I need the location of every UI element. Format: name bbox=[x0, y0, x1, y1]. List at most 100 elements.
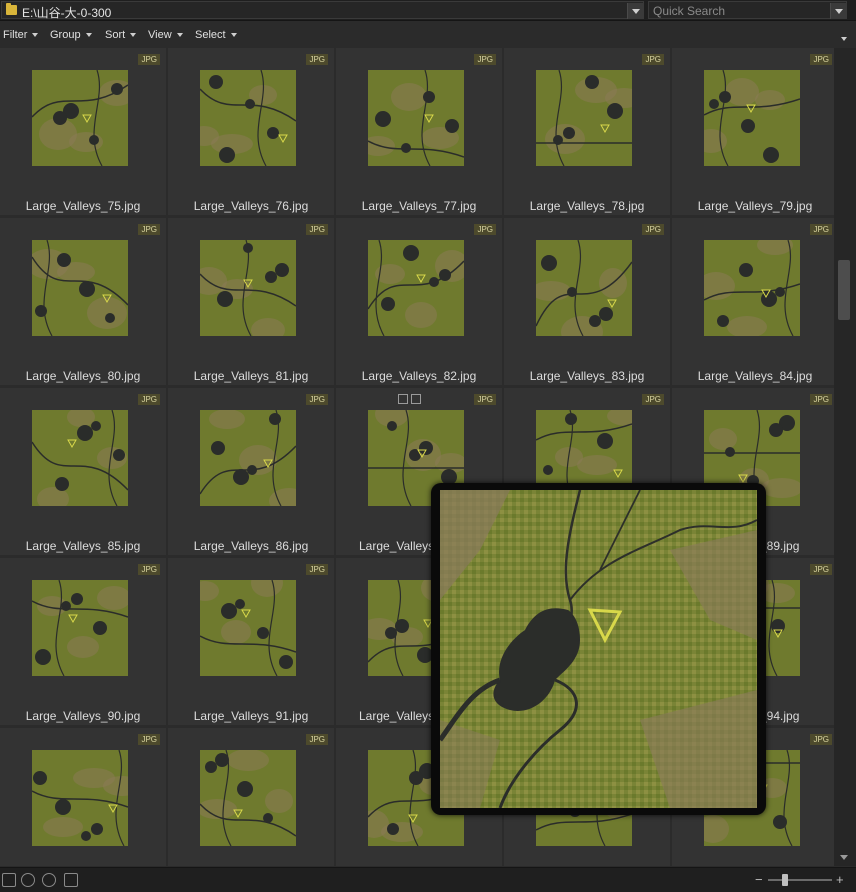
thumbnail-cell[interactable]: JPG Large_Valleys_84.jpg bbox=[672, 218, 834, 385]
path-field[interactable]: E:\山谷-大-0-300 bbox=[1, 1, 644, 20]
status-bar: − + bbox=[0, 867, 856, 892]
zoom-out-icon[interactable]: − bbox=[755, 872, 763, 887]
thumbnail-image bbox=[704, 70, 800, 166]
search-placeholder: Quick Search bbox=[653, 4, 726, 18]
file-name-label: Large_Valleys_82.jpg bbox=[361, 369, 477, 383]
thumbnail-image bbox=[32, 750, 128, 846]
file-type-badge: JPG bbox=[810, 54, 832, 65]
thumbnail-cell[interactable]: JPG bbox=[168, 728, 334, 866]
scroll-down-icon[interactable] bbox=[840, 855, 848, 860]
menu-filter-label: Filter bbox=[3, 29, 28, 41]
file-name-label: Large_Valleys_85.jpg bbox=[25, 539, 141, 553]
file-type-badge: JPG bbox=[306, 54, 328, 65]
file-type-badge: JPG bbox=[138, 734, 160, 745]
file-name-label: Large_Valleys_81.jpg bbox=[193, 369, 309, 383]
thumbnail-image bbox=[200, 580, 296, 676]
file-type-badge: JPG bbox=[810, 564, 832, 575]
thumbnail-cell[interactable]: JPG Large_Valleys_79.jpg bbox=[672, 48, 834, 215]
file-type-badge: JPG bbox=[306, 394, 328, 405]
thumbnail-image bbox=[536, 240, 632, 336]
layers-icon[interactable] bbox=[64, 873, 78, 887]
checkbox-icon[interactable] bbox=[398, 394, 408, 404]
thumbnail-cell[interactable]: JPG Large_Valleys_78.jpg bbox=[504, 48, 670, 215]
thumbnail-image bbox=[368, 240, 464, 336]
menu-filter[interactable]: Filter bbox=[3, 29, 39, 41]
thumbnail-cell[interactable]: JPG Large_Valleys_83.jpg bbox=[504, 218, 670, 385]
menu-select-label: Select bbox=[195, 29, 226, 41]
menu-group[interactable]: Group bbox=[50, 29, 92, 41]
file-type-badge: JPG bbox=[642, 54, 664, 65]
search-dropdown-button[interactable] bbox=[830, 3, 846, 19]
menu-group-label: Group bbox=[50, 29, 81, 41]
file-name-label: Large_Valleys_91.jpg bbox=[193, 709, 309, 723]
file-type-badge: JPG bbox=[138, 54, 160, 65]
search-input[interactable]: Quick Search bbox=[648, 1, 847, 19]
image-icon[interactable] bbox=[2, 873, 16, 887]
file-name-label: Large_Valleys_75.jpg bbox=[25, 199, 141, 213]
file-name-label: Large_Valleys_77.jpg bbox=[361, 199, 477, 213]
preview-terrain-image bbox=[440, 490, 757, 808]
file-type-badge: JPG bbox=[138, 564, 160, 575]
vertical-scrollbar[interactable] bbox=[834, 48, 856, 866]
file-name-label: Large_Valleys_80.jpg bbox=[25, 369, 141, 383]
file-name-label: Large_Valleys_78.jpg bbox=[529, 199, 645, 213]
file-type-badge: JPG bbox=[474, 394, 496, 405]
menu-select[interactable]: Select bbox=[195, 29, 237, 41]
edit-icon[interactable] bbox=[411, 394, 421, 404]
thumbnail-image bbox=[368, 70, 464, 166]
path-text: E:\山谷-大-0-300 bbox=[22, 6, 112, 20]
thumbnail-cell[interactable]: JPG Large_Valleys_76.jpg bbox=[168, 48, 334, 215]
zoom-in-icon[interactable]: + bbox=[836, 872, 844, 887]
thumbnail-cell[interactable]: JPG bbox=[0, 728, 166, 866]
thumbnail-cell[interactable]: JPG Large_Valleys_86.jpg bbox=[168, 388, 334, 555]
file-type-badge: JPG bbox=[138, 394, 160, 405]
file-name-label: Large_Valleys_86.jpg bbox=[193, 539, 309, 553]
thumbnail-cell[interactable]: JPG Large_Valleys_90.jpg bbox=[0, 558, 166, 725]
image-preview-popup bbox=[431, 483, 766, 815]
menu-sort[interactable]: Sort bbox=[105, 29, 137, 41]
chevron-down-icon bbox=[85, 33, 92, 38]
rotate-left-icon[interactable] bbox=[21, 873, 35, 887]
menu-view-label: View bbox=[148, 29, 172, 41]
file-name-label: Large_Valleys_83.jpg bbox=[529, 369, 645, 383]
selection-icons[interactable] bbox=[398, 393, 424, 407]
thumbnail-image bbox=[32, 580, 128, 676]
thumbnail-image bbox=[200, 750, 296, 846]
file-name-label: Large_Valleys_84.jpg bbox=[697, 369, 813, 383]
thumbnail-cell[interactable]: JPG Large_Valleys_85.jpg bbox=[0, 388, 166, 555]
thumbnail-image bbox=[32, 70, 128, 166]
thumbnail-cell[interactable]: JPG Large_Valleys_81.jpg bbox=[168, 218, 334, 385]
chevron-down-icon bbox=[130, 33, 137, 38]
file-name-label: _94.jpg bbox=[760, 709, 800, 723]
file-type-badge: JPG bbox=[306, 564, 328, 575]
file-name-label: Large_Valleys_79.jpg bbox=[697, 199, 813, 213]
file-type-badge: JPG bbox=[138, 224, 160, 235]
file-name-label: _89.jpg bbox=[760, 539, 800, 553]
zoom-slider-track[interactable] bbox=[768, 879, 832, 881]
chevron-down-icon bbox=[176, 33, 183, 38]
file-type-badge: JPG bbox=[474, 224, 496, 235]
file-name-label: Large_Valleys_90.jpg bbox=[25, 709, 141, 723]
scroll-thumb[interactable] bbox=[838, 260, 850, 320]
thumbnail-image bbox=[200, 410, 296, 506]
file-type-badge: JPG bbox=[474, 54, 496, 65]
thumbnail-image bbox=[32, 410, 128, 506]
menu-view[interactable]: View bbox=[148, 29, 183, 41]
thumbnail-cell[interactable]: JPG Large_Valleys_77.jpg bbox=[336, 48, 502, 215]
menu-bar: Filter Group Sort View Select bbox=[0, 21, 856, 48]
zoom-slider-knob[interactable] bbox=[782, 874, 788, 886]
chevron-down-icon[interactable] bbox=[841, 37, 847, 41]
thumbnail-cell[interactable]: JPG Large_Valleys_82.jpg bbox=[336, 218, 502, 385]
thumbnail-cell[interactable]: JPG Large_Valleys_91.jpg bbox=[168, 558, 334, 725]
path-bar: E:\山谷-大-0-300 Quick Search bbox=[0, 0, 856, 21]
file-name-label: Large_Valleys_76.jpg bbox=[193, 199, 309, 213]
file-type-badge: JPG bbox=[306, 734, 328, 745]
thumbnail-cell[interactable]: JPG Large_Valleys_75.jpg bbox=[0, 48, 166, 215]
rotate-right-icon[interactable] bbox=[42, 873, 56, 887]
file-type-badge: JPG bbox=[642, 224, 664, 235]
folder-icon bbox=[6, 3, 17, 15]
thumbnail-cell[interactable]: JPG Large_Valleys_80.jpg bbox=[0, 218, 166, 385]
chevron-down-icon bbox=[230, 33, 237, 38]
path-dropdown-button[interactable] bbox=[627, 3, 643, 19]
menu-sort-label: Sort bbox=[105, 29, 126, 41]
